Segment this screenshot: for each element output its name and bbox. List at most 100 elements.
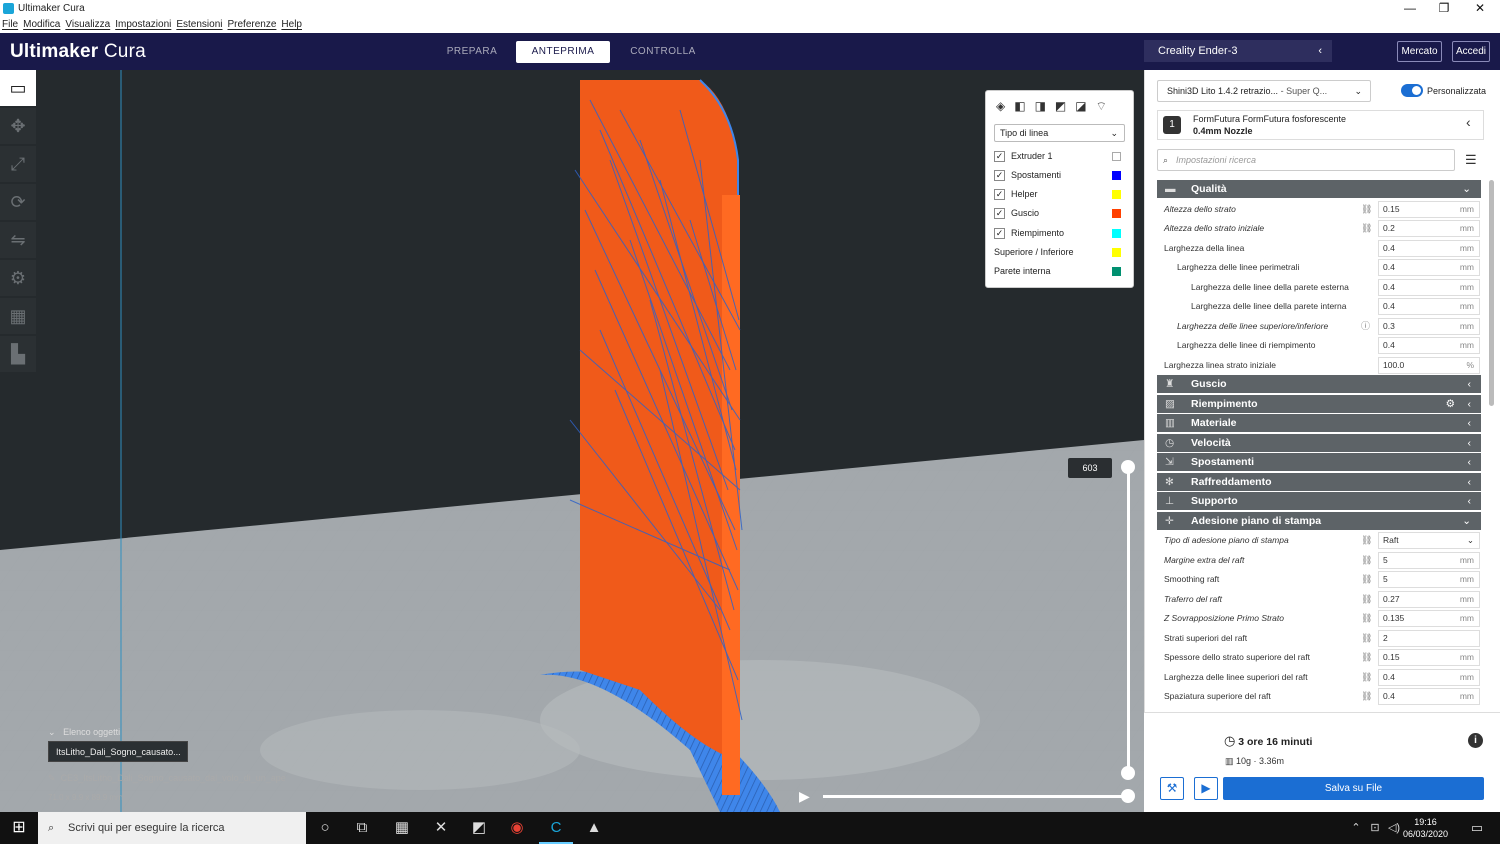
settings-menu-icon[interactable]: ☰ <box>1465 152 1477 168</box>
taskbar-search-input[interactable]: ⌕ Scrivi qui per eseguire la ricerca <box>38 812 306 844</box>
menu-impostazioni[interactable]: Impostazioni <box>115 17 171 33</box>
layer-view-icon[interactable]: ▙ <box>0 336 36 372</box>
category-support[interactable]: ⊥ Supporto ‹ <box>1157 492 1481 510</box>
per-model-settings-icon[interactable]: ⚙ <box>0 260 36 296</box>
calculator-app-icon[interactable]: ▦ <box>385 812 419 844</box>
play-icon[interactable]: ▶ <box>799 788 810 805</box>
files-app-icon[interactable]: ◩ <box>462 812 496 844</box>
menu-modifica[interactable]: Modifica <box>23 17 60 33</box>
windows-start-icon[interactable]: ⊞ <box>0 812 38 844</box>
checkbox-icon[interactable]: ✓ <box>994 228 1005 240</box>
save-to-file-button[interactable]: Salva su File <box>1223 777 1484 800</box>
category-cooling[interactable]: ✻ Raffreddamento ‹ <box>1157 472 1481 491</box>
layer-number-badge[interactable]: 603 <box>1068 458 1112 478</box>
close-button[interactable]: ✕ <box>1463 0 1497 17</box>
checkbox-icon[interactable]: ✓ <box>994 170 1005 182</box>
object-list-item[interactable]: ItsLitho_Dali_Sogno_causato... <box>48 741 188 762</box>
setting-input[interactable]: 0.15 mm <box>1378 649 1480 666</box>
preview-play-icon[interactable]: ▶ <box>1194 777 1218 800</box>
color-scheme-dropdown[interactable]: Tipo di linea ⌄ <box>994 124 1125 142</box>
setting-input[interactable]: 0.4 mm <box>1378 278 1480 296</box>
volume-icon[interactable]: ◁) <box>1385 812 1403 844</box>
3d-view-icon[interactable]: ◈ <box>996 99 1005 114</box>
cura-app-icon[interactable]: C <box>539 812 573 844</box>
setting-input[interactable]: 2 <box>1378 629 1480 647</box>
setting-input[interactable]: 0.135 mm <box>1378 610 1480 627</box>
chrome-icon[interactable]: ◉ <box>500 812 534 844</box>
scale-tool-icon[interactable]: ⤢ <box>0 146 36 182</box>
menu-estensioni[interactable]: Estensioni <box>176 17 222 33</box>
x-app-icon[interactable]: ✕ <box>424 812 458 844</box>
notifications-icon[interactable]: ▭ <box>1460 812 1494 844</box>
chevron-left-icon[interactable]: ‹ <box>1466 114 1471 130</box>
setting-input[interactable]: 0.4 mm <box>1378 259 1480 276</box>
legend-item-helpers[interactable]: ✓ Helper <box>994 185 1125 204</box>
category-material[interactable]: ▥ Materiale ‹ <box>1157 414 1481 432</box>
taskbar-clock[interactable]: 19:16 06/03/2020 <box>1403 816 1448 840</box>
object-list-toggle[interactable]: ⌄ Elenco oggetti <box>48 727 120 738</box>
setting-input[interactable]: 0.4 mm <box>1378 239 1480 257</box>
stage-prepare-tab[interactable]: PREPARA <box>434 41 510 63</box>
task-view-icon[interactable]: ⧉ <box>345 812 379 844</box>
job-name[interactable]: ✎ CE3_ItsLitho_Dali_Sogno_causato_dal_vo… <box>48 773 286 784</box>
mirror-tool-icon[interactable]: ⇋ <box>0 222 36 258</box>
adhesion-type-dropdown[interactable]: Raft ⌄ <box>1378 532 1480 549</box>
stage-monitor-tab[interactable]: CONTROLLA <box>620 41 706 63</box>
top-view-icon[interactable]: ◨ <box>1035 99 1046 114</box>
setting-input[interactable]: 5 mm <box>1378 571 1480 588</box>
info-icon[interactable]: i <box>1468 733 1483 748</box>
stage-preview-tab[interactable]: ANTEPRIMA <box>516 41 610 63</box>
profile-selector[interactable]: Shini3D Lito 1.4.2 retrazio... - Super Q… <box>1157 80 1371 102</box>
marketplace-button[interactable]: Mercato <box>1397 41 1442 62</box>
printer-selector[interactable]: Creality Ender-3 ‹ <box>1144 40 1332 62</box>
layer-slider-bottom-handle[interactable] <box>1121 766 1135 780</box>
menu-visualizza[interactable]: Visualizza <box>65 17 110 33</box>
slice-settings-icon[interactable]: ⚒ <box>1160 777 1184 800</box>
legend-item-shell[interactable]: ✓ Guscio <box>994 204 1125 223</box>
xray-view-icon[interactable]: ⌔ <box>1096 99 1107 114</box>
settings-search-input[interactable]: ⌕ Impostazioni ricerca <box>1157 149 1455 171</box>
minimize-button[interactable]: — <box>1393 0 1427 17</box>
left-view-icon[interactable]: ◩ <box>1055 99 1066 114</box>
layer-slider[interactable] <box>1121 460 1135 780</box>
menu-file[interactable]: File <box>2 17 18 33</box>
network-icon[interactable]: ⊡ <box>1366 812 1384 844</box>
setting-input[interactable]: 0.27 mm <box>1378 590 1480 608</box>
setting-input[interactable]: 0.3 mm <box>1378 317 1480 335</box>
category-quality[interactable]: ▬ Qualità ⌄ <box>1157 180 1481 198</box>
checkbox-icon[interactable]: ✓ <box>994 208 1005 220</box>
setting-input[interactable]: 5 mm <box>1378 551 1480 569</box>
right-view-icon[interactable]: ◪ <box>1075 99 1086 114</box>
chevron-up-icon[interactable]: ⌃ <box>1347 812 1365 844</box>
front-view-icon[interactable]: ◧ <box>1014 99 1025 114</box>
cortana-icon[interactable]: ○ <box>308 812 342 844</box>
category-speed[interactable]: ◷ Velocità ‹ <box>1157 433 1481 452</box>
menu-help[interactable]: Help <box>281 17 302 33</box>
setting-input[interactable]: 0.4 mm <box>1378 688 1480 705</box>
move-tool-icon[interactable]: ✥ <box>0 108 36 144</box>
settings-scrollbar[interactable] <box>1489 180 1494 406</box>
legend-item-infill[interactable]: ✓ Riempimento <box>994 224 1125 243</box>
category-travel[interactable]: ⇲ Spostamenti ‹ <box>1157 453 1481 471</box>
path-slider[interactable] <box>823 789 1135 803</box>
photos-app-icon[interactable]: ▲ <box>577 812 611 844</box>
category-adhesion[interactable]: ✛ Adesione piano di stampa ⌄ <box>1157 511 1481 530</box>
support-blocker-icon[interactable]: ▦ <box>0 298 36 334</box>
setting-input[interactable]: 0.4 mm <box>1378 298 1480 315</box>
setting-input[interactable]: 100.0% <box>1378 356 1480 374</box>
checkbox-icon[interactable]: ✓ <box>994 189 1005 201</box>
material-selector[interactable]: 1 FormFutura FormFutura fosforescente 0.… <box>1157 110 1484 140</box>
maximize-button[interactable]: ❐ <box>1427 0 1461 17</box>
legend-item-extruder[interactable]: ✓ Extruder 1 <box>994 147 1125 166</box>
menu-preferenze[interactable]: Preferenze <box>228 17 277 33</box>
open-file-icon[interactable]: ▭ <box>0 70 36 106</box>
legend-item-travels[interactable]: ✓ Spostamenti <box>994 166 1125 185</box>
checkbox-icon[interactable]: ✓ <box>994 151 1005 163</box>
3d-viewport[interactable] <box>0 70 1144 812</box>
rotate-tool-icon[interactable]: ⟳ <box>0 184 36 220</box>
pencil-icon[interactable]: ✎ <box>48 773 56 783</box>
layer-slider-top-handle[interactable] <box>1121 460 1135 474</box>
setting-input[interactable]: 0.15 mm <box>1378 200 1480 218</box>
path-slider-handle[interactable] <box>1121 789 1135 803</box>
login-button[interactable]: Accedi <box>1452 41 1490 62</box>
